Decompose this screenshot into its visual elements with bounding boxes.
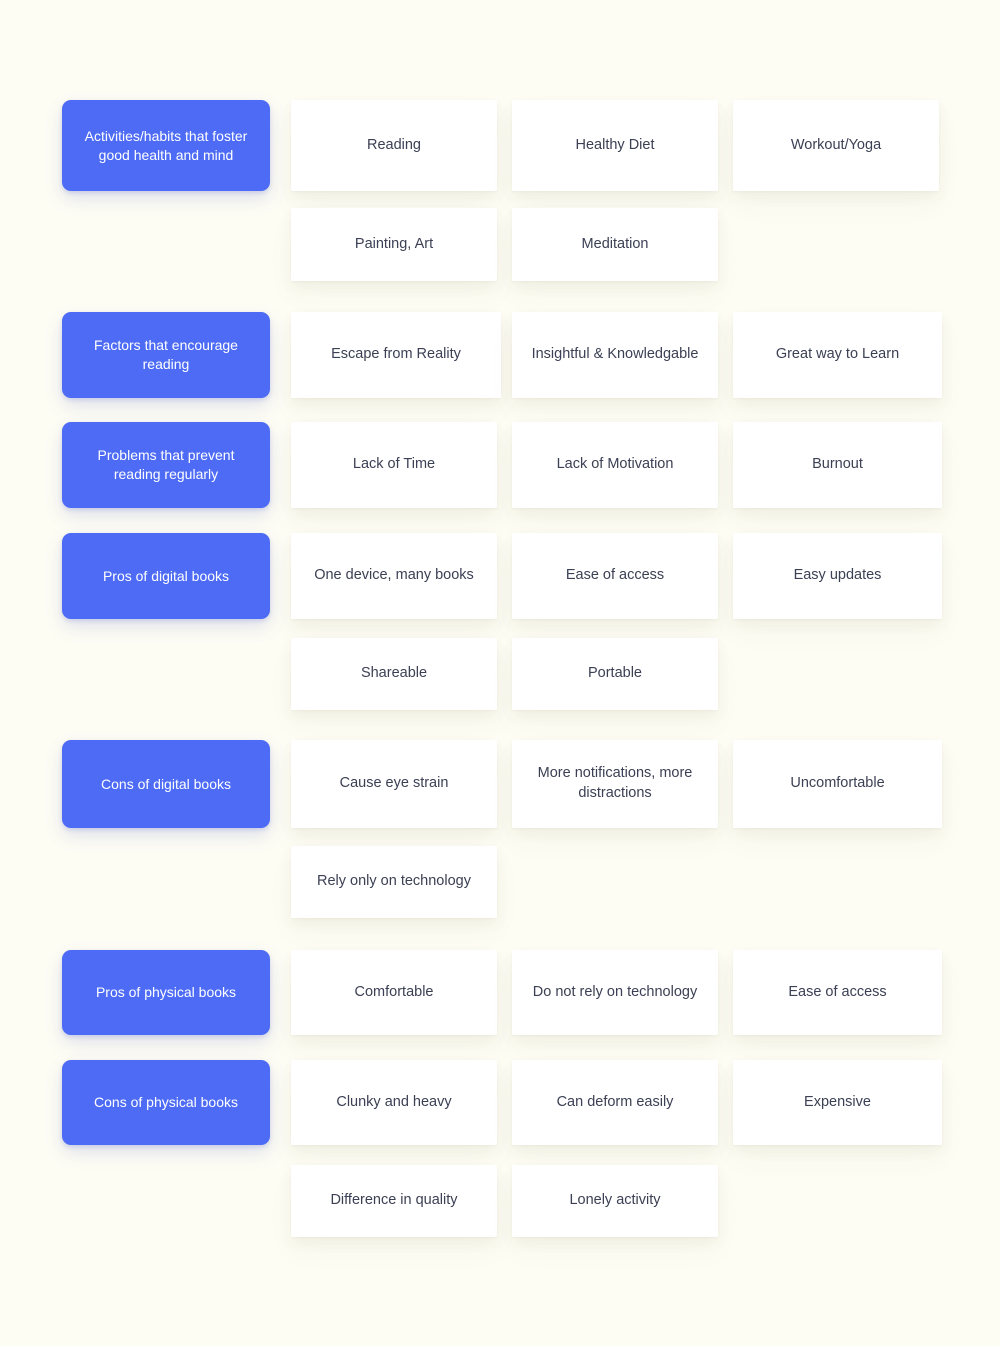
idea-card-text: Easy updates [793, 567, 882, 584]
category-label-factors-encourage-reading[interactable]: Factors that encourage reading [62, 312, 270, 398]
idea-card-text: Escape from Reality [331, 346, 461, 363]
category-label-activities-habits[interactable]: Activities/habits that foster good healt… [62, 100, 270, 191]
category-label-cons-digital-books[interactable]: Cons of digital books [62, 740, 270, 828]
idea-card-text: Clunky and heavy [336, 1093, 452, 1110]
affinity-board: Activities/habits that foster good healt… [0, 0, 1000, 1346]
idea-card[interactable]: Clunky and heavy [291, 1060, 497, 1145]
idea-card-text: Great way to Learn [775, 346, 900, 363]
category-label-pros-digital-books[interactable]: Pros of digital books [62, 533, 270, 619]
idea-card-text: Uncomfortable [790, 775, 885, 792]
idea-card[interactable]: Do not rely on technology [512, 950, 718, 1035]
category-label-text: Pros of digital books [102, 567, 230, 584]
idea-card-text: Burnout [812, 456, 863, 473]
idea-card[interactable]: Burnout [733, 422, 942, 508]
idea-card-text: Shareable [360, 665, 428, 682]
idea-card-text: Portable [587, 665, 642, 682]
idea-card-text: Rely only on technology [317, 873, 471, 890]
category-label-text: Activities/habits that foster good healt… [84, 127, 248, 163]
idea-card-text: Do not rely on technology [532, 983, 698, 1000]
category-label-problems-prevent-reading[interactable]: Problems that prevent reading regularly [62, 422, 270, 508]
idea-card-text: Comfortable [354, 983, 434, 1000]
idea-card-text: Painting, Art [354, 235, 434, 252]
idea-card-text: Cause eye strain [339, 775, 449, 792]
idea-card[interactable]: Can deform easily [512, 1060, 718, 1145]
idea-card[interactable]: Painting, Art [291, 208, 497, 281]
idea-card[interactable]: Easy updates [733, 533, 942, 619]
idea-card-text: One device, many books [314, 567, 474, 584]
idea-card-text: Lack of Motivation [556, 456, 674, 473]
idea-card[interactable]: Reading [291, 100, 497, 191]
idea-card[interactable]: Ease of access [733, 950, 942, 1035]
idea-card[interactable]: Workout/Yoga [733, 100, 939, 191]
idea-card-text: Insightful & Knowledgable [531, 346, 699, 363]
category-label-text: Cons of digital books [101, 775, 231, 792]
idea-card[interactable]: Portable [512, 638, 718, 710]
category-label-text: Pros of physical books [95, 984, 237, 1001]
idea-card-text: Lack of Time [352, 456, 436, 473]
idea-card[interactable]: One device, many books [291, 533, 497, 619]
category-label-text: Problems that prevent reading regularly [97, 447, 235, 482]
idea-card-text: Expensive [804, 1093, 871, 1110]
idea-card[interactable]: Lack of Time [291, 422, 497, 508]
idea-card-text: Meditation [581, 235, 649, 252]
idea-card-text: More notifications, more distractions [537, 765, 693, 801]
idea-card-text: Ease of access [565, 567, 665, 584]
category-label-text: Cons of physical books [94, 1094, 238, 1111]
category-label-pros-physical-books[interactable]: Pros of physical books [62, 950, 270, 1035]
idea-card[interactable]: Uncomfortable [733, 740, 942, 828]
idea-card[interactable]: More notifications, more distractions [512, 740, 718, 828]
idea-card-text: Difference in quality [330, 1192, 458, 1209]
idea-card[interactable]: Difference in quality [291, 1165, 497, 1237]
idea-card-text: Lonely activity [569, 1192, 661, 1209]
idea-card[interactable]: Cause eye strain [291, 740, 497, 828]
idea-card[interactable]: Expensive [733, 1060, 942, 1145]
idea-card-text: Reading [366, 136, 421, 153]
idea-card[interactable]: Escape from Reality [291, 312, 501, 398]
idea-card[interactable]: Meditation [512, 208, 718, 281]
idea-card-text: Workout/Yoga [790, 136, 882, 153]
category-label-text: Factors that encourage reading [94, 337, 238, 372]
idea-card[interactable]: Rely only on technology [291, 846, 497, 918]
idea-card[interactable]: Shareable [291, 638, 497, 710]
idea-card[interactable]: Lack of Motivation [512, 422, 718, 508]
idea-card[interactable]: Healthy Diet [512, 100, 718, 191]
idea-card-text: Can deform easily [556, 1093, 674, 1110]
idea-card[interactable]: Comfortable [291, 950, 497, 1035]
idea-card[interactable]: Great way to Learn [733, 312, 942, 398]
idea-card[interactable]: Insightful & Knowledgable [512, 312, 718, 398]
idea-card-text: Healthy Diet [575, 136, 655, 153]
idea-card-text: Ease of access [788, 983, 887, 1000]
idea-card[interactable]: Lonely activity [512, 1165, 718, 1237]
idea-card[interactable]: Ease of access [512, 533, 718, 619]
category-label-cons-physical-books[interactable]: Cons of physical books [62, 1060, 270, 1145]
